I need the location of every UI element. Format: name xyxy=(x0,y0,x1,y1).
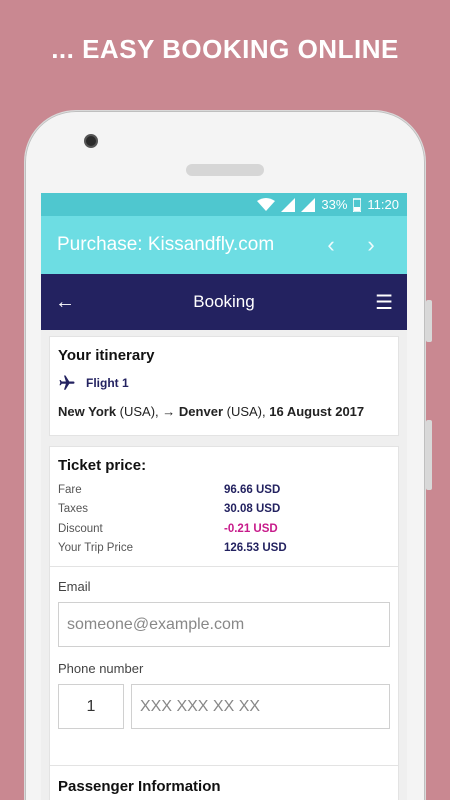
price-value: 30.08 USD xyxy=(224,503,281,516)
email-field[interactable]: someone@example.com xyxy=(58,602,390,647)
app-title: Purchase: Kissandfly.com xyxy=(57,234,275,255)
page-title: Booking xyxy=(193,292,255,311)
hamburger-menu-icon[interactable]: ☰ xyxy=(353,290,393,315)
itinerary-heading: Your itinerary xyxy=(58,347,155,364)
phone-speaker xyxy=(186,164,264,176)
signal-icon-2 xyxy=(301,197,316,212)
total-price-value: 126.53 USD xyxy=(224,542,287,555)
price-label: Fare xyxy=(58,483,82,496)
price-table: Fare 96.66 USD Taxes 30.08 USD Discount … xyxy=(58,480,390,558)
itinerary-card: Your itinerary Flight 1 New York (USA), … xyxy=(49,336,399,436)
destination-city: Denver xyxy=(178,404,223,419)
signal-icon xyxy=(281,197,296,212)
app-screen: 33% 11:20 Purchase: Kissandfly.com ‹ › ←… xyxy=(41,193,407,800)
phone-volume-button xyxy=(426,300,432,342)
wifi-icon xyxy=(257,197,276,211)
email-label: Email xyxy=(58,579,91,594)
app-bar: Purchase: Kissandfly.com ‹ › xyxy=(41,216,407,274)
price-label: Your Trip Price xyxy=(58,542,133,555)
contact-form: Email someone@example.com Phone number 1… xyxy=(50,566,398,741)
discount-value: -0.21 USD xyxy=(224,522,278,535)
flight-label: Flight 1 xyxy=(86,376,129,390)
origin-country: (USA), xyxy=(119,404,159,419)
booking-card: Ticket price: Fare 96.66 USD Taxes 30.08… xyxy=(49,446,399,800)
phone-power-button xyxy=(426,420,432,490)
table-row: Your Trip Price 126.53 USD xyxy=(58,539,390,559)
prev-arrow-icon[interactable]: ‹ xyxy=(311,232,351,258)
travel-date: 16 August 2017 xyxy=(269,404,365,419)
ticket-price-heading: Ticket price: xyxy=(58,457,147,474)
price-label: Discount xyxy=(58,522,103,535)
phone-row: 1 XXX XXX XX XX xyxy=(58,684,390,729)
status-bar: 33% 11:20 xyxy=(41,193,407,216)
phone-label: Phone number xyxy=(58,661,144,676)
clock: 11:20 xyxy=(367,197,399,212)
ticket-price-section: Ticket price: Fare 96.66 USD Taxes 30.08… xyxy=(50,447,398,566)
phone-number-field[interactable]: XXX XXX XX XX xyxy=(131,684,390,729)
battery-icon xyxy=(353,197,362,212)
price-label: Taxes xyxy=(58,503,89,516)
passenger-section: Passenger Information xyxy=(50,765,398,800)
promo-headline: ... EASY BOOKING ONLINE xyxy=(51,34,399,64)
back-arrow-icon[interactable]: ← xyxy=(55,291,95,314)
booking-toolbar: ← Booking ☰ xyxy=(41,274,407,330)
camera-icon xyxy=(84,134,98,148)
table-row: Fare 96.66 USD xyxy=(58,480,390,500)
route-text: New York (USA), → Denver (USA), 16 Augus… xyxy=(58,404,390,419)
price-value: 96.66 USD xyxy=(224,483,281,496)
passenger-heading: Passenger Information xyxy=(58,778,221,795)
route-arrow: → xyxy=(162,404,176,419)
content-area: Your itinerary Flight 1 New York (USA), … xyxy=(41,330,407,800)
origin-city: New York xyxy=(58,404,117,419)
table-row: Discount -0.21 USD xyxy=(58,519,390,539)
destination-country: (USA), xyxy=(226,404,266,419)
next-arrow-icon[interactable]: › xyxy=(351,232,391,258)
flight-row: Flight 1 xyxy=(58,374,390,392)
table-row: Taxes 30.08 USD xyxy=(58,500,390,520)
airplane-icon xyxy=(59,375,75,390)
battery-percent: 33% xyxy=(321,197,348,212)
country-code-field[interactable]: 1 xyxy=(58,684,124,729)
